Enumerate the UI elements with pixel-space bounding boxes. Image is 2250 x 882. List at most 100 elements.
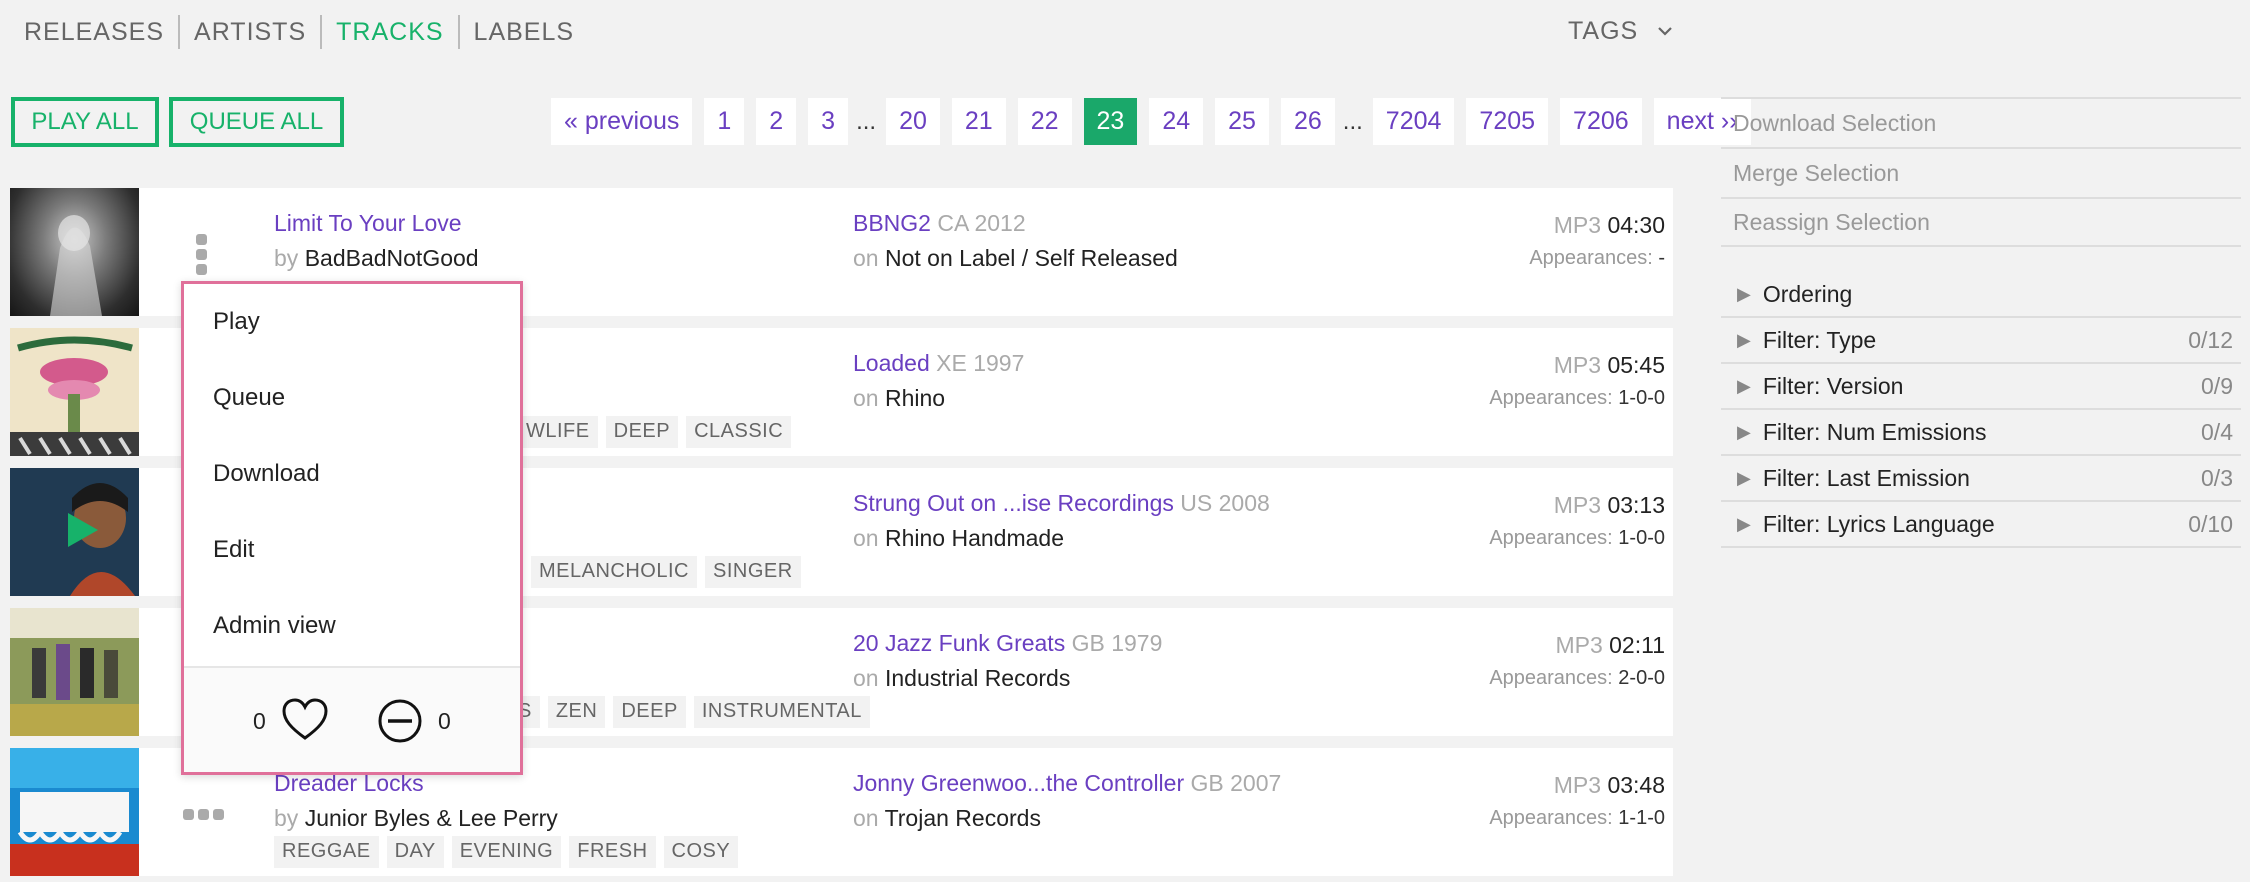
triangle-right-icon: ▶: [1737, 467, 1751, 488]
by-label: by: [274, 805, 299, 831]
label: on Rhino: [853, 385, 945, 412]
download-selection-button[interactable]: Download Selection: [1721, 97, 2241, 147]
label: on Not on Label / Self Released: [853, 245, 1178, 272]
queue-all-button[interactable]: QUEUE ALL: [169, 97, 344, 147]
page-previous[interactable]: « previous: [551, 98, 693, 145]
appearances-label: Appearances:: [1489, 527, 1613, 549]
label-link[interactable]: Rhino Handmade: [885, 525, 1064, 551]
filter-lyrics-language[interactable]: ▶ Filter: Lyrics Language 0/10: [1721, 502, 2241, 548]
filter-version[interactable]: ▶ Filter: Version 0/9: [1721, 364, 2241, 410]
nav-tracks[interactable]: TRACKS: [320, 15, 457, 49]
page-link[interactable]: 20: [886, 98, 940, 145]
appearances-label: Appearances:: [1489, 807, 1613, 829]
like-count: 0: [253, 708, 266, 734]
appearances-value: 1-0-0: [1618, 387, 1665, 409]
page-link[interactable]: 2: [756, 98, 797, 145]
label-link[interactable]: Rhino: [885, 385, 945, 411]
release-link[interactable]: Loaded: [853, 350, 930, 376]
menu-item-queue[interactable]: Queue: [213, 384, 285, 412]
menu-item-play[interactable]: Play: [213, 308, 260, 336]
album-cover[interactable]: [10, 328, 139, 456]
filter-label: Filter: Version: [1762, 372, 1904, 399]
tag[interactable]: ZEN: [547, 696, 606, 728]
track-title[interactable]: Limit To Your Love: [274, 210, 462, 237]
release-link[interactable]: BBNG2: [853, 210, 931, 236]
tag[interactable]: COSY: [663, 836, 739, 868]
release-link[interactable]: Strung Out on ...ise Recordings: [853, 490, 1174, 516]
label: on Trojan Records: [853, 805, 1041, 832]
release: BBNG2 CA 2012: [853, 210, 1026, 237]
page-link[interactable]: 24: [1149, 98, 1204, 145]
page-link[interactable]: 3: [808, 98, 849, 145]
reassign-selection-button[interactable]: Reassign Selection: [1721, 197, 2241, 247]
format-duration: MP3 04:30: [1554, 212, 1665, 239]
tag[interactable]: MELANCHOLIC: [531, 556, 697, 588]
tag[interactable]: DEEP: [605, 416, 679, 448]
page-link[interactable]: 25: [1215, 98, 1269, 145]
filter-type[interactable]: ▶ Filter: Type 0/12: [1721, 318, 2241, 364]
nav-artists[interactable]: ARTISTS: [178, 15, 320, 49]
kebab-menu-icon[interactable]: [196, 234, 208, 279]
tag[interactable]: INSTRUMENTAL: [693, 696, 870, 728]
on-label: on: [853, 245, 879, 271]
menu-item-edit[interactable]: Edit: [213, 536, 254, 564]
nav-labels[interactable]: LABELS: [457, 15, 589, 49]
label-link[interactable]: Trojan Records: [885, 805, 1041, 831]
page-link[interactable]: 22: [1017, 98, 1072, 145]
release-link[interactable]: Jonny Greenwoo...the Controller: [853, 770, 1184, 796]
tag[interactable]: SINGER: [704, 556, 801, 588]
page-ellipsis: ...: [1342, 107, 1363, 135]
play-all-button[interactable]: PLAY ALL: [11, 97, 159, 147]
menu-item-download[interactable]: Download: [213, 460, 320, 488]
page-link[interactable]: 1: [704, 98, 745, 145]
release-meta: GB 2007: [1190, 770, 1282, 796]
play-icon[interactable]: [62, 510, 102, 550]
label-link[interactable]: Not on Label / Self Released: [885, 245, 1178, 271]
menu-item-admin-view[interactable]: Admin view: [213, 612, 336, 640]
tag[interactable]: REGGAE: [274, 836, 379, 868]
tag[interactable]: FRESH: [569, 836, 656, 868]
ordering-toggle[interactable]: ▶ Ordering: [1721, 272, 2241, 318]
album-cover[interactable]: [10, 468, 139, 596]
filter-count: 0/4: [2201, 418, 2233, 445]
appearances: Appearances: -: [1529, 247, 1665, 270]
tag[interactable]: CLASSIC: [686, 416, 792, 448]
nav-releases[interactable]: RELEASES: [24, 15, 178, 49]
format: MP3: [1553, 772, 1602, 798]
format: MP3: [1553, 352, 1602, 378]
filter-num-emissions[interactable]: ▶ Filter: Num Emissions 0/4: [1721, 410, 2241, 456]
on-label: on: [853, 525, 879, 551]
page-link[interactable]: 7204: [1372, 98, 1455, 145]
tag[interactable]: EVENING: [451, 836, 562, 868]
page-link[interactable]: 7206: [1560, 98, 1642, 145]
minus-circle-icon[interactable]: [377, 698, 423, 744]
album-cover[interactable]: [10, 608, 139, 736]
filter-last-emission[interactable]: ▶ Filter: Last Emission 0/3: [1721, 456, 2241, 502]
tag[interactable]: DAY: [386, 836, 444, 868]
appearances-label: Appearances:: [1529, 247, 1653, 269]
tag[interactable]: WLIFE: [518, 416, 598, 448]
page-link[interactable]: 7205: [1466, 98, 1549, 145]
filter-label: Filter: Num Emissions: [1762, 418, 1987, 445]
page-current[interactable]: 23: [1083, 98, 1138, 145]
heart-icon[interactable]: [281, 698, 329, 742]
appearances: Appearances: 1-1-0: [1489, 807, 1665, 830]
tags-dropdown[interactable]: TAGS: [1568, 14, 1674, 48]
album-cover[interactable]: [10, 748, 139, 876]
label-link[interactable]: Industrial Records: [885, 665, 1070, 691]
tag[interactable]: DEEP: [613, 696, 686, 728]
more-horizontal-icon[interactable]: [183, 809, 224, 820]
page-link[interactable]: 21: [951, 98, 1006, 145]
appearances: Appearances: 1-0-0: [1489, 387, 1665, 410]
merge-selection-button[interactable]: Merge Selection: [1721, 147, 2241, 197]
release-meta: GB 1979: [1071, 630, 1163, 656]
filter-label: Filter: Lyrics Language: [1762, 510, 1995, 537]
release-link[interactable]: 20 Jazz Funk Greats: [853, 630, 1065, 656]
artist-link[interactable]: BadBadNotGood: [305, 245, 479, 271]
label: on Industrial Records: [853, 665, 1070, 692]
track-artist: by Junior Byles & Lee Perry: [274, 805, 558, 832]
by-label: by: [274, 245, 299, 271]
album-cover[interactable]: [10, 188, 139, 316]
artist-link[interactable]: Junior Byles & Lee Perry: [305, 805, 558, 831]
page-link[interactable]: 26: [1280, 98, 1335, 145]
